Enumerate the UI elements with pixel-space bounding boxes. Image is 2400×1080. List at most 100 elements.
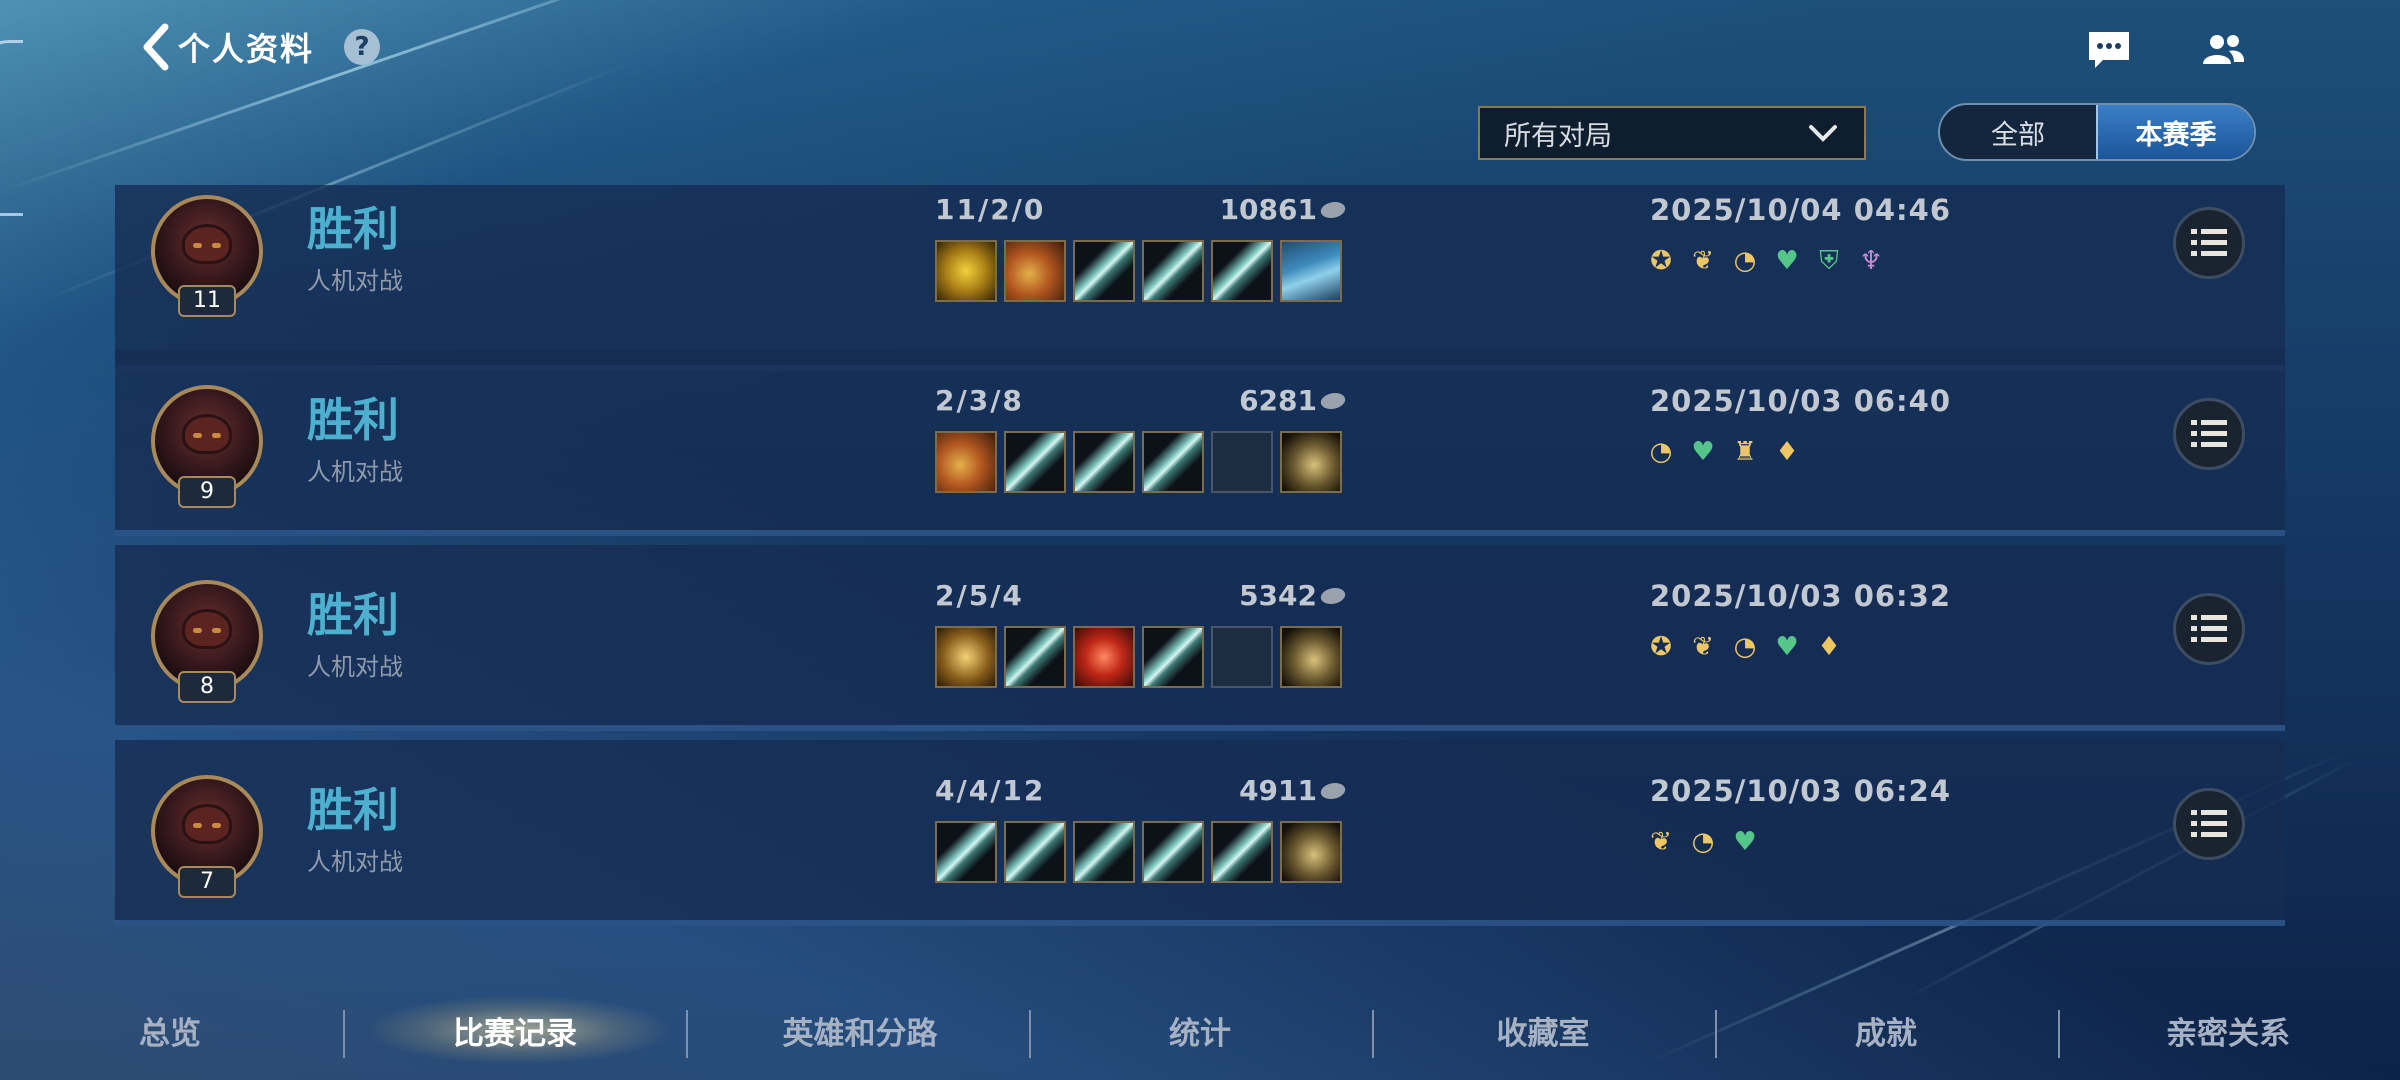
tab-relationships[interactable]: 亲密关系 bbox=[2128, 990, 2328, 1070]
tab-achievements[interactable]: 成就 bbox=[1786, 990, 1986, 1070]
blade-item-icon bbox=[935, 821, 997, 883]
filter-selected-value: 所有对局 bbox=[1504, 120, 1612, 152]
wings-badge-icon: ♆ bbox=[1859, 246, 1883, 276]
toggle-all[interactable]: 全部 bbox=[1940, 105, 2096, 159]
blade-item-icon bbox=[1142, 240, 1204, 302]
gold-stat: 6281 bbox=[1239, 384, 1348, 417]
match-date: 2025/10/03 06:40 bbox=[1650, 384, 1952, 418]
match-detail-menu-button[interactable] bbox=[2173, 593, 2245, 665]
tab-divider bbox=[686, 1010, 688, 1058]
champion-level-badge: 11 bbox=[178, 285, 236, 317]
back-chevron-icon[interactable] bbox=[140, 22, 170, 72]
boots-item-icon bbox=[1280, 626, 1342, 688]
blade-item-icon bbox=[1142, 431, 1204, 493]
gold-coin-icon bbox=[1318, 201, 1348, 218]
achievement-badges: ◔ ♥ ♜ ♦ bbox=[1645, 436, 1803, 468]
champion-level-badge: 9 bbox=[178, 476, 236, 508]
lotus-badge-icon: ❦ bbox=[1692, 246, 1714, 276]
cross-item-icon bbox=[935, 626, 997, 688]
edge-arc-decoration bbox=[0, 40, 23, 216]
tab-divider bbox=[1029, 1010, 1031, 1058]
clock-badge-icon: ◔ bbox=[1733, 632, 1757, 662]
gold-coin-icon bbox=[1318, 782, 1348, 799]
shield-badge-icon: ⛨ bbox=[1819, 246, 1839, 276]
heal-badge-icon: ♥ bbox=[1733, 827, 1757, 857]
heal-badge-icon: ♥ bbox=[1775, 632, 1799, 662]
champion-level-badge: 7 bbox=[178, 866, 236, 898]
tab-overview[interactable]: 总览 bbox=[70, 990, 270, 1070]
red-orb-item-icon bbox=[1073, 626, 1135, 688]
match-history-list[interactable]: 11 胜利 人机对战 11/2/0 10861 2025/10/04 04:46… bbox=[115, 185, 2285, 930]
match-mode: 人机对战 bbox=[307, 848, 403, 876]
gold-value: 4911 bbox=[1239, 774, 1317, 807]
champion-level-badge: 8 bbox=[178, 671, 236, 703]
gold-value: 10861 bbox=[1219, 193, 1317, 226]
list-icon bbox=[2191, 420, 2227, 447]
heal-badge-icon: ♥ bbox=[1691, 437, 1715, 467]
gold-stat: 10861 bbox=[1219, 193, 1348, 226]
cannon-item-icon bbox=[1004, 240, 1066, 302]
tab-match-history[interactable]: 比赛记录 bbox=[400, 990, 630, 1070]
friends-icon[interactable] bbox=[2198, 25, 2248, 75]
toggle-this-season[interactable]: 本赛季 bbox=[2096, 105, 2254, 159]
heal-badge-icon: ♥ bbox=[1775, 246, 1799, 276]
blade-item-icon bbox=[1142, 821, 1204, 883]
gold-triangle-item-icon bbox=[935, 240, 997, 302]
gold-value: 5342 bbox=[1239, 579, 1317, 612]
match-date: 2025/10/03 06:32 bbox=[1650, 579, 1952, 613]
match-row[interactable]: 9 胜利 人机对战 2/3/8 6281 2025/10/03 06:40 ◔ … bbox=[115, 350, 2285, 536]
wave-cape-item-icon bbox=[1280, 240, 1342, 302]
blade-item-icon bbox=[1073, 431, 1135, 493]
list-icon bbox=[2191, 229, 2227, 256]
match-filter-dropdown[interactable]: 所有对局 bbox=[1478, 106, 1866, 160]
match-mode: 人机对战 bbox=[307, 267, 403, 295]
season-toggle: 全部 本赛季 bbox=[1938, 103, 2256, 161]
match-row[interactable]: 7 胜利 人机对战 4/4/12 4911 2025/10/03 06:24 ❦… bbox=[115, 740, 2285, 926]
tab-collection[interactable]: 收藏室 bbox=[1443, 990, 1643, 1070]
match-row[interactable]: 8 胜利 人机对战 2/5/4 5342 2025/10/03 06:32 ✪ … bbox=[115, 545, 2285, 731]
tab-divider bbox=[1372, 1010, 1374, 1058]
match-result: 胜利 bbox=[307, 202, 399, 256]
match-date: 2025/10/04 04:46 bbox=[1650, 193, 1952, 227]
match-result: 胜利 bbox=[307, 588, 399, 642]
blade-item-icon bbox=[1073, 240, 1135, 302]
match-row[interactable]: 11 胜利 人机对战 11/2/0 10861 2025/10/04 04:46… bbox=[115, 185, 2285, 371]
page-title: 个人资料 bbox=[178, 30, 315, 68]
help-icon[interactable]: ? bbox=[344, 29, 381, 65]
tab-divider bbox=[2058, 1010, 2060, 1058]
tab-divider bbox=[343, 1010, 345, 1058]
blade-item-icon bbox=[1073, 821, 1135, 883]
match-result: 胜利 bbox=[307, 783, 399, 837]
tab-heroes-and-lanes[interactable]: 英雄和分路 bbox=[740, 990, 980, 1070]
gold-coin-icon bbox=[1318, 587, 1348, 604]
match-mode: 人机对战 bbox=[307, 653, 403, 681]
boots-item-icon bbox=[1280, 821, 1342, 883]
bottom-tab-bar: 总览 比赛记录 英雄和分路 统计 收藏室 成就 亲密关系 bbox=[0, 990, 2400, 1070]
match-detail-menu-button[interactable] bbox=[2173, 207, 2245, 279]
item-build bbox=[935, 626, 1342, 688]
clock-badge-icon: ◔ bbox=[1733, 246, 1757, 276]
achievement-badges: ✪ ❦ ◔ ♥ ♦ bbox=[1645, 631, 1845, 663]
flame-badge-icon: ♦ bbox=[1775, 437, 1799, 467]
blade-item-icon bbox=[1211, 821, 1273, 883]
blade-item-icon bbox=[1211, 240, 1273, 302]
lotus-badge-icon: ❦ bbox=[1650, 827, 1672, 857]
blade-item-icon bbox=[1004, 626, 1066, 688]
tab-statistics[interactable]: 统计 bbox=[1100, 990, 1300, 1070]
chat-icon[interactable] bbox=[2084, 25, 2134, 75]
profile-header: 个人资料 ? bbox=[140, 22, 381, 72]
cannon-item-icon bbox=[935, 431, 997, 493]
flame-badge-icon: ♦ bbox=[1817, 632, 1841, 662]
tower-badge-icon: ♜ bbox=[1733, 437, 1757, 467]
item-build bbox=[935, 240, 1342, 302]
gold-stat: 5342 bbox=[1239, 579, 1348, 612]
match-detail-menu-button[interactable] bbox=[2173, 398, 2245, 470]
kda-stat: 2/3/8 bbox=[935, 384, 1024, 417]
match-detail-menu-button[interactable] bbox=[2173, 788, 2245, 860]
achievement-badges: ❦ ◔ ♥ bbox=[1645, 826, 1761, 858]
multikill-badge-icon: ✪ bbox=[1650, 246, 1672, 276]
item-build bbox=[935, 821, 1342, 883]
boots-item-icon bbox=[1280, 431, 1342, 493]
blade-item-icon bbox=[1142, 626, 1204, 688]
gold-stat: 4911 bbox=[1239, 774, 1348, 807]
